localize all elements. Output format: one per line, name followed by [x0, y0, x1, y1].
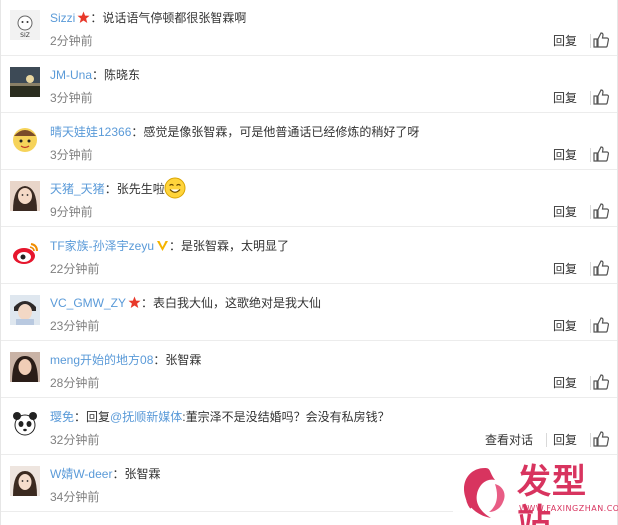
watermark-title: 发型站 — [517, 462, 587, 525]
username-link[interactable]: TF家族-孙泽宇zeyu — [50, 239, 154, 253]
comment-text: 张智霖 — [124, 467, 161, 481]
comment-text: 感觉是像张智霖，可是他普通话已经修炼的稍好了呀 — [143, 125, 420, 139]
user-avatar[interactable] — [10, 466, 40, 496]
reply-button[interactable]: 回复 — [553, 147, 577, 163]
watermark-subtitle: WWW.FAXINGZHAN.COM — [519, 504, 618, 513]
thumbs-up-icon[interactable] — [593, 259, 610, 277]
comment-time: 3分钟前 — [50, 91, 93, 105]
star-badge-icon — [77, 10, 90, 30]
thumbs-up-icon[interactable] — [593, 373, 610, 391]
comment-text: 说话语气停顿都很张智霖啊 — [102, 11, 247, 25]
comment-text: 张智霖 — [165, 353, 202, 367]
reply-button[interactable]: 回复 — [553, 33, 577, 49]
user-avatar[interactable] — [10, 67, 40, 97]
username-link[interactable]: VC_GMW_ZY — [50, 296, 126, 310]
comment-item: VC_GMW_ZY ：表白我大仙，这歌绝对是我大仙 23分钟前 回复 — [1, 285, 617, 341]
divider — [546, 433, 547, 447]
comment-time: 32分钟前 — [50, 433, 100, 447]
comment-item: meng开始的地方08：张智霖 28分钟前 回复 — [1, 342, 617, 398]
username-link[interactable]: 晴天娃娃12366 — [50, 125, 131, 139]
comment-time: 28分钟前 — [50, 376, 100, 390]
comment-item: TF家族-孙泽宇zeyu ：是张智霖，太明显了 22分钟前 回复 — [1, 228, 617, 284]
reply-button[interactable]: 回复 — [553, 375, 577, 391]
watermark-logo: 发型站 WWW.FAXINGZHAN.COM — [453, 460, 618, 525]
divider — [590, 376, 591, 390]
comment-line: W婧W-deer：张智霖 — [50, 467, 161, 481]
user-avatar[interactable]: SIZ — [10, 10, 40, 40]
comment-text: 董宗泽不是没结婚吗？会没有私房钱？ — [185, 410, 390, 424]
comment-line: Sizzi ：说话语气停顿都很张智霖啊 — [50, 8, 246, 30]
reply-button[interactable]: 回复 — [553, 90, 577, 106]
thumbs-up-icon[interactable] — [593, 316, 610, 334]
star-badge-icon — [128, 295, 141, 315]
comment-line: JM-Una：陈晓东 — [50, 68, 141, 82]
username-link[interactable]: meng开始的地方08 — [50, 353, 153, 367]
divider — [590, 433, 591, 447]
comment-line: 晴天娃娃12366：感觉是像张智霖，可是他普通话已经修炼的稍好了呀 — [50, 125, 420, 139]
comment-text: 表白我大仙，这歌绝对是我大仙 — [153, 296, 322, 310]
reply-button[interactable]: 回复 — [553, 204, 577, 220]
user-avatar[interactable] — [10, 409, 40, 439]
comment-line: TF家族-孙泽宇zeyu ：是张智霖，太明显了 — [50, 236, 289, 258]
comment-line: 璎免：回复@抚顺新媒体:董宗泽不是没结婚吗？会没有私房钱？ — [50, 410, 390, 424]
username-link[interactable]: Sizzi — [50, 11, 75, 25]
thumbs-up-icon[interactable] — [593, 88, 610, 106]
divider — [590, 91, 591, 105]
thumbs-up-icon[interactable] — [593, 202, 610, 220]
comment-item: SIZ Sizzi ：说话语气停顿都很张智霖啊 2分钟前 回复 — [1, 0, 617, 56]
reply-prefix: 回复 — [86, 410, 111, 424]
reply-button[interactable]: 回复 — [553, 261, 577, 277]
comment-item: 天猪_天猪：张先生啦 9分钟前 回复 — [1, 171, 617, 227]
reply-button[interactable]: 回复 — [553, 432, 577, 448]
comment-line: 天猪_天猪：张先生啦 — [50, 182, 165, 196]
comment-text: 是张智霖，太明显了 — [181, 239, 290, 253]
comment-time: 23分钟前 — [50, 319, 100, 333]
username-link[interactable]: W婧W-deer — [50, 467, 112, 481]
comment-time: 34分钟前 — [50, 490, 100, 504]
reply-button[interactable]: 回复 — [553, 318, 577, 334]
smile-emoji-icon — [164, 177, 186, 199]
comment-time: 2分钟前 — [50, 34, 93, 48]
comment-text: 陈晓东 — [104, 68, 141, 82]
divider — [590, 319, 591, 333]
username-link[interactable]: 天猪_天猪 — [50, 182, 105, 196]
comment-text: 张先生啦 — [116, 182, 165, 196]
user-avatar[interactable] — [10, 295, 40, 325]
verified-v-badge-icon — [156, 238, 169, 258]
username-link[interactable]: JM-Una — [50, 68, 92, 82]
username-link[interactable]: 璎免 — [50, 410, 74, 424]
mention-link[interactable]: @抚顺新媒体 — [110, 410, 182, 424]
divider — [590, 148, 591, 162]
comment-item: 晴天娃娃12366：感觉是像张智霖，可是他普通话已经修炼的稍好了呀 3分钟前 回… — [1, 114, 617, 170]
hair-silhouette-icon — [463, 468, 505, 518]
thumbs-up-icon[interactable] — [593, 31, 610, 49]
svg-text:SIZ: SIZ — [20, 32, 30, 39]
thumbs-up-icon[interactable] — [593, 145, 610, 163]
view-conversation-link[interactable]: 查看对话 — [485, 432, 533, 448]
comment-time: 9分钟前 — [50, 205, 93, 219]
divider — [590, 34, 591, 48]
comment-time: 3分钟前 — [50, 148, 93, 162]
user-avatar[interactable] — [10, 352, 40, 382]
divider — [590, 205, 591, 219]
divider — [590, 262, 591, 276]
comment-line: VC_GMW_ZY ：表白我大仙，这歌绝对是我大仙 — [50, 293, 321, 315]
comment-time: 22分钟前 — [50, 262, 100, 276]
comment-item: JM-Una：陈晓东 3分钟前 回复 — [1, 57, 617, 113]
comment-line: meng开始的地方08：张智霖 — [50, 353, 202, 367]
user-avatar[interactable] — [10, 181, 40, 211]
comment-item: 璎免：回复@抚顺新媒体:董宗泽不是没结婚吗？会没有私房钱？ 32分钟前 查看对话… — [1, 399, 617, 455]
thumbs-up-icon[interactable] — [593, 430, 610, 448]
user-avatar[interactable] — [10, 124, 40, 154]
user-avatar[interactable] — [10, 238, 40, 268]
comment-list: SIZ Sizzi ：说话语气停顿都很张智霖啊 2分钟前 回复 JM-Una：陈晓… — [0, 0, 618, 525]
